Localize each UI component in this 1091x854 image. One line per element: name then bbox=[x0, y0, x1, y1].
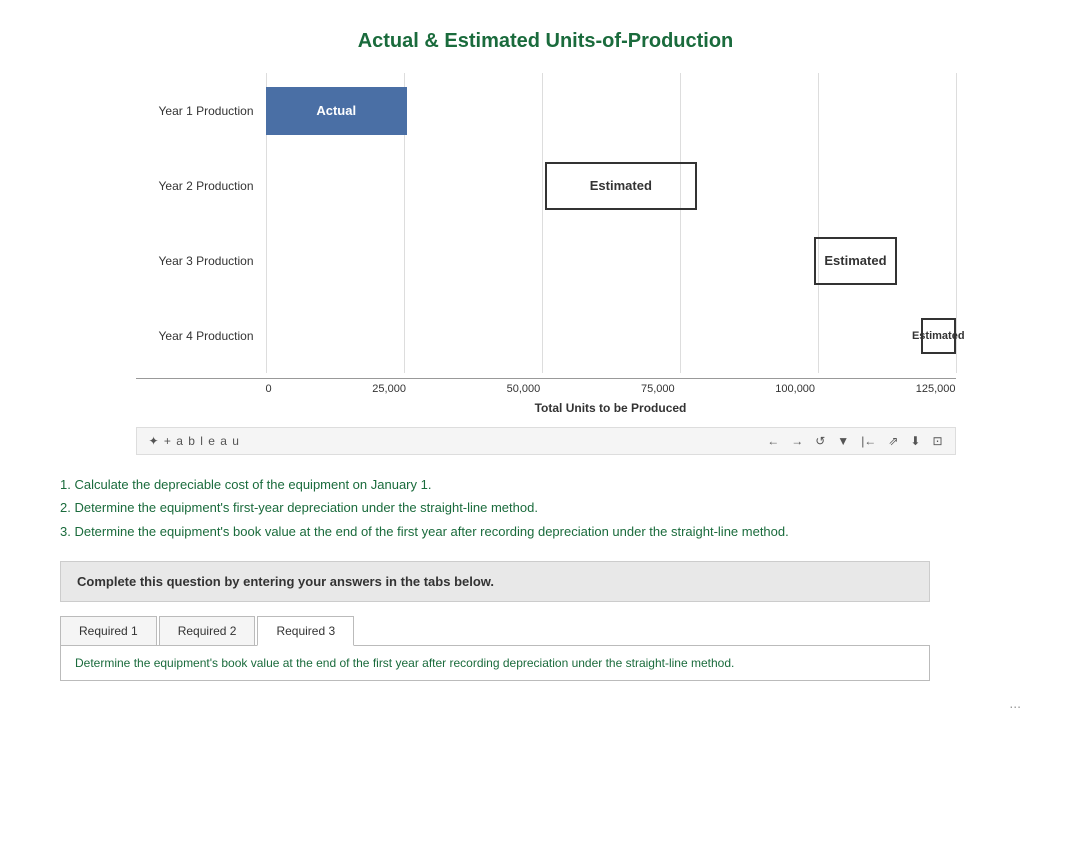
bar-estimated-year2: Estimated bbox=[545, 162, 697, 210]
chart-row-year3: Year 3 Production Estimated bbox=[136, 223, 956, 298]
tableau-logo: ✦ + a b l e a u bbox=[149, 434, 240, 448]
row-label-year3: Year 3 Production bbox=[136, 254, 266, 268]
tableau-nav-icons: ← → ↺ ▼ |← ⇗ ⬇ ⊡ bbox=[767, 434, 942, 448]
nav-back-icon[interactable]: ← bbox=[767, 434, 779, 448]
x-label-0: 0 bbox=[266, 383, 272, 395]
page-container: Actual & Estimated Units-of-Production Y… bbox=[0, 0, 1091, 854]
tab-active-content: Determine the equipment's book value at … bbox=[75, 656, 734, 670]
chart-title: Actual & Estimated Units-of-Production bbox=[30, 30, 1061, 53]
chart-area: Year 1 Production Actual Year 2 Producti… bbox=[136, 73, 956, 415]
complete-text: Complete this question by entering your … bbox=[77, 574, 494, 589]
nav-forward-icon[interactable]: → bbox=[791, 434, 803, 448]
bottom-dots: ... bbox=[30, 695, 1061, 711]
bar-estimated-year4: Estimated bbox=[921, 318, 956, 354]
tab-required1[interactable]: Required 1 bbox=[60, 616, 157, 646]
x-axis-title: Total Units to be Produced bbox=[136, 401, 956, 415]
x-label-3: 75,000 bbox=[641, 383, 675, 395]
x-label-5: 125,000 bbox=[916, 383, 956, 395]
row-label-year2: Year 2 Production bbox=[136, 179, 266, 193]
tab-required3[interactable]: Required 3 bbox=[257, 616, 354, 646]
row-label-year4: Year 4 Production bbox=[136, 329, 266, 343]
x-label-1: 25,000 bbox=[372, 383, 406, 395]
nav-first-icon[interactable]: |← bbox=[861, 434, 876, 448]
bar-actual-year1: Actual bbox=[266, 87, 407, 135]
nav-reload-icon[interactable]: ↺ bbox=[815, 434, 825, 448]
tab-required2[interactable]: Required 2 bbox=[159, 616, 256, 646]
chart-row-year4: Year 4 Production Estimated bbox=[136, 298, 956, 373]
row-label-year1: Year 1 Production bbox=[136, 104, 266, 118]
nav-dropdown-icon[interactable]: ▼ bbox=[837, 434, 849, 448]
chart-row-year1: Year 1 Production Actual bbox=[136, 73, 956, 148]
bars-inner-year3: Estimated bbox=[266, 223, 956, 298]
nav-expand-icon[interactable]: ⊡ bbox=[932, 434, 942, 448]
x-label-4: 100,000 bbox=[775, 383, 815, 395]
chart-row-year2: Year 2 Production Estimated bbox=[136, 148, 956, 223]
nav-share-icon[interactable]: ⇗ bbox=[888, 434, 898, 448]
bars-inner-year4: Estimated bbox=[266, 298, 956, 373]
instruction-2: 2. Determine the equipment's first-year … bbox=[60, 496, 1031, 519]
complete-box: Complete this question by entering your … bbox=[60, 561, 930, 602]
bar-estimated-year3: Estimated bbox=[814, 237, 897, 285]
bars-inner-year1: Actual bbox=[266, 73, 956, 148]
instruction-3: 3. Determine the equipment's book value … bbox=[60, 520, 1031, 543]
bars-inner-year2: Estimated bbox=[266, 148, 956, 223]
x-axis: 0 25,000 50,000 75,000 100,000 125,000 bbox=[136, 378, 956, 395]
tableau-bar: ✦ + a b l e a u ← → ↺ ▼ |← ⇗ ⬇ ⊡ bbox=[136, 427, 956, 455]
nav-download-icon[interactable]: ⬇ bbox=[910, 434, 920, 448]
tab-content: Determine the equipment's book value at … bbox=[60, 645, 930, 681]
tabs-container: Required 1 Required 2 Required 3 Determi… bbox=[60, 616, 930, 681]
x-label-2: 50,000 bbox=[507, 383, 541, 395]
instruction-1: 1. Calculate the depreciable cost of the… bbox=[60, 473, 1031, 496]
chart-rows: Year 1 Production Actual Year 2 Producti… bbox=[136, 73, 956, 373]
instructions: 1. Calculate the depreciable cost of the… bbox=[60, 473, 1031, 543]
tabs: Required 1 Required 2 Required 3 bbox=[60, 616, 930, 646]
x-axis-labels: 0 25,000 50,000 75,000 100,000 125,000 bbox=[266, 379, 956, 395]
